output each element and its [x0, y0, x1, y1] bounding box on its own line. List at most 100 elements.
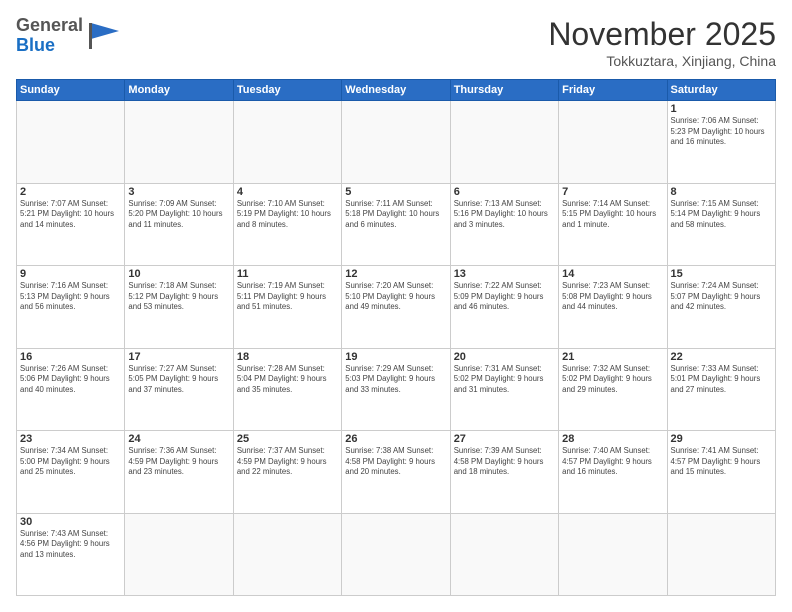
week-row-2: 2Sunrise: 7:07 AM Sunset: 5:21 PM Daylig…	[17, 183, 776, 266]
weekday-header-thursday: Thursday	[450, 80, 558, 101]
calendar-cell: 18Sunrise: 7:28 AM Sunset: 5:04 PM Dayli…	[233, 348, 341, 431]
weekday-header-monday: Monday	[125, 80, 233, 101]
day-info: Sunrise: 7:15 AM Sunset: 5:14 PM Dayligh…	[671, 199, 772, 231]
calendar-cell	[342, 513, 450, 596]
day-info: Sunrise: 7:39 AM Sunset: 4:58 PM Dayligh…	[454, 446, 555, 478]
logo-general-text: General	[16, 15, 83, 35]
day-info: Sunrise: 7:14 AM Sunset: 5:15 PM Dayligh…	[562, 199, 663, 231]
week-row-4: 16Sunrise: 7:26 AM Sunset: 5:06 PM Dayli…	[17, 348, 776, 431]
calendar-cell	[125, 101, 233, 184]
calendar-cell: 19Sunrise: 7:29 AM Sunset: 5:03 PM Dayli…	[342, 348, 450, 431]
day-info: Sunrise: 7:43 AM Sunset: 4:56 PM Dayligh…	[20, 529, 121, 561]
weekday-header-row: SundayMondayTuesdayWednesdayThursdayFrid…	[17, 80, 776, 101]
calendar-cell	[17, 101, 125, 184]
day-info: Sunrise: 7:20 AM Sunset: 5:10 PM Dayligh…	[345, 281, 446, 313]
weekday-header-tuesday: Tuesday	[233, 80, 341, 101]
day-number: 16	[20, 351, 121, 363]
day-info: Sunrise: 7:23 AM Sunset: 5:08 PM Dayligh…	[562, 281, 663, 313]
calendar-cell	[450, 101, 558, 184]
calendar-cell: 7Sunrise: 7:14 AM Sunset: 5:15 PM Daylig…	[559, 183, 667, 266]
calendar-cell: 24Sunrise: 7:36 AM Sunset: 4:59 PM Dayli…	[125, 431, 233, 514]
day-info: Sunrise: 7:07 AM Sunset: 5:21 PM Dayligh…	[20, 199, 121, 231]
location-text: Tokkuztara, Xinjiang, China	[548, 53, 776, 69]
week-row-3: 9Sunrise: 7:16 AM Sunset: 5:13 PM Daylig…	[17, 266, 776, 349]
calendar-cell: 30Sunrise: 7:43 AM Sunset: 4:56 PM Dayli…	[17, 513, 125, 596]
day-number: 15	[671, 268, 772, 280]
calendar-cell: 21Sunrise: 7:32 AM Sunset: 5:02 PM Dayli…	[559, 348, 667, 431]
day-number: 6	[454, 186, 555, 198]
calendar-cell: 5Sunrise: 7:11 AM Sunset: 5:18 PM Daylig…	[342, 183, 450, 266]
calendar-cell	[233, 513, 341, 596]
calendar-cell: 26Sunrise: 7:38 AM Sunset: 4:58 PM Dayli…	[342, 431, 450, 514]
day-info: Sunrise: 7:34 AM Sunset: 5:00 PM Dayligh…	[20, 446, 121, 478]
calendar-cell: 25Sunrise: 7:37 AM Sunset: 4:59 PM Dayli…	[233, 431, 341, 514]
day-number: 23	[20, 433, 121, 445]
calendar-cell: 10Sunrise: 7:18 AM Sunset: 5:12 PM Dayli…	[125, 266, 233, 349]
day-number: 30	[20, 516, 121, 528]
weekday-header-saturday: Saturday	[667, 80, 775, 101]
day-info: Sunrise: 7:18 AM Sunset: 5:12 PM Dayligh…	[128, 281, 229, 313]
day-number: 25	[237, 433, 338, 445]
day-number: 5	[345, 186, 446, 198]
day-number: 26	[345, 433, 446, 445]
day-number: 18	[237, 351, 338, 363]
day-info: Sunrise: 7:32 AM Sunset: 5:02 PM Dayligh…	[562, 364, 663, 396]
calendar-cell: 3Sunrise: 7:09 AM Sunset: 5:20 PM Daylig…	[125, 183, 233, 266]
calendar-cell	[667, 513, 775, 596]
weekday-header-wednesday: Wednesday	[342, 80, 450, 101]
calendar-cell: 15Sunrise: 7:24 AM Sunset: 5:07 PM Dayli…	[667, 266, 775, 349]
day-info: Sunrise: 7:29 AM Sunset: 5:03 PM Dayligh…	[345, 364, 446, 396]
calendar-cell: 11Sunrise: 7:19 AM Sunset: 5:11 PM Dayli…	[233, 266, 341, 349]
day-info: Sunrise: 7:41 AM Sunset: 4:57 PM Dayligh…	[671, 446, 772, 478]
day-info: Sunrise: 7:37 AM Sunset: 4:59 PM Dayligh…	[237, 446, 338, 478]
title-block: November 2025 Tokkuztara, Xinjiang, Chin…	[548, 16, 776, 69]
day-info: Sunrise: 7:11 AM Sunset: 5:18 PM Dayligh…	[345, 199, 446, 231]
weekday-header-friday: Friday	[559, 80, 667, 101]
calendar-cell: 1Sunrise: 7:06 AM Sunset: 5:23 PM Daylig…	[667, 101, 775, 184]
day-number: 8	[671, 186, 772, 198]
day-info: Sunrise: 7:40 AM Sunset: 4:57 PM Dayligh…	[562, 446, 663, 478]
calendar-cell	[559, 513, 667, 596]
day-info: Sunrise: 7:09 AM Sunset: 5:20 PM Dayligh…	[128, 199, 229, 231]
day-number: 19	[345, 351, 446, 363]
day-info: Sunrise: 7:13 AM Sunset: 5:16 PM Dayligh…	[454, 199, 555, 231]
day-info: Sunrise: 7:27 AM Sunset: 5:05 PM Dayligh…	[128, 364, 229, 396]
day-number: 11	[237, 268, 338, 280]
week-row-6: 30Sunrise: 7:43 AM Sunset: 4:56 PM Dayli…	[17, 513, 776, 596]
day-info: Sunrise: 7:19 AM Sunset: 5:11 PM Dayligh…	[237, 281, 338, 313]
calendar-cell: 9Sunrise: 7:16 AM Sunset: 5:13 PM Daylig…	[17, 266, 125, 349]
calendar-cell: 22Sunrise: 7:33 AM Sunset: 5:01 PM Dayli…	[667, 348, 775, 431]
day-info: Sunrise: 7:33 AM Sunset: 5:01 PM Dayligh…	[671, 364, 772, 396]
week-row-5: 23Sunrise: 7:34 AM Sunset: 5:00 PM Dayli…	[17, 431, 776, 514]
logo-flag-icon	[87, 21, 123, 51]
calendar-cell: 28Sunrise: 7:40 AM Sunset: 4:57 PM Dayli…	[559, 431, 667, 514]
calendar-page: General Blue November 2025 Tokkuztara, X…	[0, 0, 792, 612]
month-title: November 2025	[548, 16, 776, 53]
day-number: 14	[562, 268, 663, 280]
day-info: Sunrise: 7:10 AM Sunset: 5:19 PM Dayligh…	[237, 199, 338, 231]
day-number: 21	[562, 351, 663, 363]
calendar-cell: 13Sunrise: 7:22 AM Sunset: 5:09 PM Dayli…	[450, 266, 558, 349]
calendar-cell: 29Sunrise: 7:41 AM Sunset: 4:57 PM Dayli…	[667, 431, 775, 514]
day-info: Sunrise: 7:24 AM Sunset: 5:07 PM Dayligh…	[671, 281, 772, 313]
day-info: Sunrise: 7:38 AM Sunset: 4:58 PM Dayligh…	[345, 446, 446, 478]
day-info: Sunrise: 7:22 AM Sunset: 5:09 PM Dayligh…	[454, 281, 555, 313]
day-info: Sunrise: 7:26 AM Sunset: 5:06 PM Dayligh…	[20, 364, 121, 396]
calendar-cell: 17Sunrise: 7:27 AM Sunset: 5:05 PM Dayli…	[125, 348, 233, 431]
calendar-cell: 8Sunrise: 7:15 AM Sunset: 5:14 PM Daylig…	[667, 183, 775, 266]
calendar-cell	[450, 513, 558, 596]
calendar-cell	[342, 101, 450, 184]
weekday-header-sunday: Sunday	[17, 80, 125, 101]
calendar-cell: 20Sunrise: 7:31 AM Sunset: 5:02 PM Dayli…	[450, 348, 558, 431]
page-header: General Blue November 2025 Tokkuztara, X…	[16, 16, 776, 69]
week-row-1: 1Sunrise: 7:06 AM Sunset: 5:23 PM Daylig…	[17, 101, 776, 184]
calendar-cell	[559, 101, 667, 184]
day-number: 12	[345, 268, 446, 280]
day-number: 28	[562, 433, 663, 445]
calendar-cell: 14Sunrise: 7:23 AM Sunset: 5:08 PM Dayli…	[559, 266, 667, 349]
day-number: 24	[128, 433, 229, 445]
calendar-cell: 16Sunrise: 7:26 AM Sunset: 5:06 PM Dayli…	[17, 348, 125, 431]
day-number: 10	[128, 268, 229, 280]
day-number: 27	[454, 433, 555, 445]
day-number: 22	[671, 351, 772, 363]
